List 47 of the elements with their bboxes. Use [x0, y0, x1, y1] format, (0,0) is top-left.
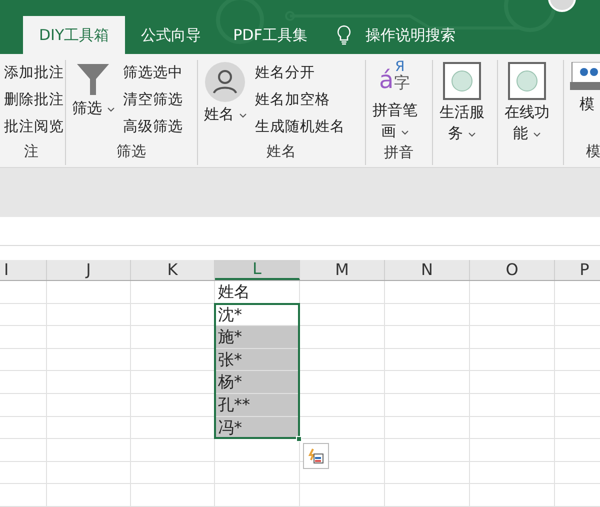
chevron-down-icon — [106, 106, 115, 112]
fill-handle[interactable] — [296, 436, 302, 442]
lightbulb-icon — [337, 25, 352, 46]
ribbon-button[interactable]: 清空筛选 — [122, 87, 183, 114]
ribbon-big-button[interactable]: 模 — [570, 60, 600, 142]
ribbon-button[interactable]: 删除批注 — [4, 87, 64, 114]
group-label: 注 — [24, 143, 39, 162]
ribbon-big-button[interactable]: 生活服务 — [439, 60, 485, 166]
column-header[interactable]: N — [385, 260, 470, 280]
ribbon-button[interactable]: 姓名分开 — [254, 60, 345, 88]
ribbon-button[interactable]: 添加批注 — [4, 60, 64, 88]
funnel-icon — [76, 62, 110, 96]
group-label: 筛选 — [116, 143, 146, 162]
column-header[interactable]: L — [215, 260, 300, 280]
quick-analysis-icon[interactable] — [303, 443, 329, 470]
ribbon-big-button[interactable]: 筛选 — [72, 60, 115, 142]
table-cell: 施* — [215, 326, 300, 348]
column-header[interactable]: O — [470, 260, 555, 280]
table-cell: 孔** — [215, 394, 300, 416]
chevron-down-icon — [238, 112, 247, 118]
chevron-down-icon — [532, 132, 541, 137]
group-label: 拼音 — [384, 144, 414, 164]
circle-frame-icon — [508, 62, 546, 100]
column-header[interactable]: I — [0, 260, 47, 280]
table-cell: 姓名 — [215, 281, 300, 303]
person-icon — [205, 62, 246, 102]
table-cell: 张* — [215, 348, 300, 370]
column-header[interactable]: P — [555, 260, 600, 280]
group-label: 模 — [586, 143, 600, 162]
chevron-down-icon — [468, 132, 476, 137]
ribbon-big-button[interactable]: 在线功能 — [504, 60, 550, 166]
column-header[interactable]: M — [300, 260, 385, 280]
search-help-field[interactable]: 操作说明搜索 — [365, 24, 456, 47]
ribbon-button[interactable]: 生成随机姓名 — [254, 114, 345, 142]
ribbon-button[interactable]: 高级筛选 — [122, 114, 183, 142]
column-header[interactable]: J — [47, 260, 131, 280]
group-label: 姓名 — [266, 143, 296, 162]
ribbon-tab[interactable]: 公式向导 — [125, 16, 218, 54]
ribbon-big-button[interactable]: 姓名 — [204, 60, 247, 142]
ribbon-button[interactable]: 批注阅览 — [4, 114, 64, 142]
ribbon-tab[interactable]: PDF工具集 — [217, 16, 324, 54]
table-cell: 杨* — [215, 371, 300, 394]
chevron-down-icon — [400, 130, 409, 135]
circle-frame-icon — [443, 62, 481, 100]
ribbon-button[interactable]: 筛选选中 — [122, 60, 183, 88]
ribbon-tab[interactable]: DIY工具箱 — [23, 16, 126, 54]
ribbon-button[interactable]: 姓名加空格 — [254, 87, 345, 114]
